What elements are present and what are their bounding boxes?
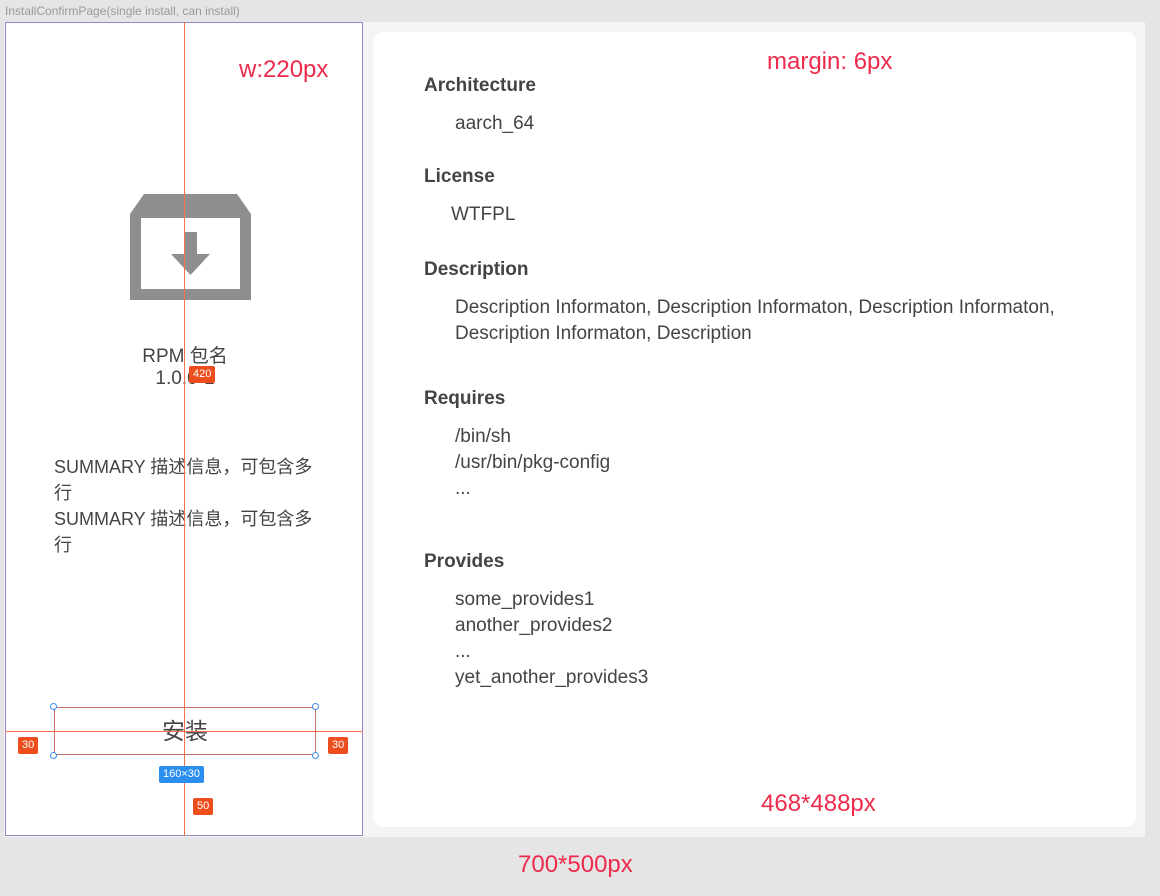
annotation-window-size: 700*500px (518, 851, 633, 878)
annotation-left-width: w:220px (239, 56, 329, 83)
architecture-value: aarch_64 (455, 113, 535, 134)
provides-label: Provides (424, 551, 505, 572)
button-guide-line (5, 731, 363, 732)
provides-list: some_provides1 another_provides2 ... yet… (455, 587, 1105, 691)
summary-line: SUMMARY 描述信息，可包含多行 (54, 509, 313, 555)
description-line: Description Informaton, Description (455, 323, 752, 344)
provides-item: ... (455, 641, 471, 662)
requires-item: /bin/sh (455, 426, 511, 447)
provides-item: another_provides2 (455, 615, 613, 636)
requires-item: /usr/bin/pkg-config (455, 452, 611, 473)
provides-item: some_provides1 (455, 589, 595, 610)
selection-handle (312, 703, 319, 710)
measure-badge-left-margin: 30 (18, 737, 39, 754)
frame-title: InstallConfirmPage(single install, can i… (5, 4, 240, 18)
package-summary: SUMMARY 描述信息，可包含多行 SUMMARY 描述信息，可包含多行 (54, 454, 316, 558)
package-download-icon (130, 194, 251, 300)
license-label: License (424, 166, 495, 187)
license-value: WTFPL (451, 204, 516, 225)
summary-line: SUMMARY 描述信息，可包含多行 (54, 457, 313, 503)
package-name: RPM 包名 (142, 346, 228, 367)
center-guide-line (184, 22, 185, 836)
measure-badge-bottom-margin: 50 (193, 798, 214, 815)
description-line: Description Informaton, Description Info… (455, 297, 1055, 318)
annotation-margin: margin: 6px (767, 48, 893, 75)
description-value: Description Informaton, Description Info… (455, 295, 1105, 347)
requires-label: Requires (424, 388, 506, 409)
measure-badge-right-margin: 30 (328, 737, 349, 754)
measure-badge-button-size: 160×30 (159, 766, 205, 783)
package-version: 1.0.0-1 (155, 368, 215, 389)
selection-handle (50, 752, 57, 759)
requires-item: ... (455, 478, 471, 499)
measure-badge-420: 420 (189, 366, 216, 383)
description-label: Description (424, 259, 529, 280)
provides-item: yet_another_provides3 (455, 667, 649, 688)
requires-list: /bin/sh /usr/bin/pkg-config ... (455, 424, 1105, 502)
annotation-right-size: 468*488px (761, 790, 876, 817)
selection-handle (50, 703, 57, 710)
architecture-label: Architecture (424, 75, 536, 96)
selection-handle (312, 752, 319, 759)
